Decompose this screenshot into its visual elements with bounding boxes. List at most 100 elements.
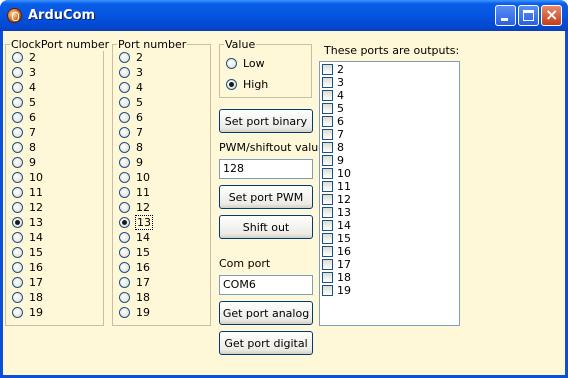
output-port-item-17[interactable]: 17	[322, 258, 351, 271]
port-radio-15[interactable]: 15	[119, 245, 150, 259]
radio-button[interactable]	[119, 276, 130, 288]
clock-port-radio-18[interactable]: 18	[12, 290, 43, 304]
set-port-binary-button[interactable]: Set port binary	[219, 109, 313, 133]
output-port-item-19[interactable]: 19	[322, 284, 351, 297]
clock-port-radio-3[interactable]: 3	[12, 65, 36, 79]
com-port-input[interactable]: COM6	[219, 275, 313, 295]
checkbox[interactable]	[322, 272, 333, 283]
radio-button[interactable]	[12, 246, 23, 258]
radio-button[interactable]	[119, 306, 130, 318]
radio-button[interactable]	[12, 201, 23, 213]
checkbox[interactable]	[322, 168, 333, 179]
checkbox[interactable]	[322, 129, 333, 140]
clock-port-radio-13[interactable]: 13	[12, 215, 43, 229]
pwm-value-input[interactable]: 128	[219, 159, 313, 179]
clock-port-radio-15[interactable]: 15	[12, 245, 43, 259]
radio-button[interactable]	[119, 261, 130, 273]
port-radio-14[interactable]: 14	[119, 230, 150, 244]
clock-port-radio-14[interactable]: 14	[12, 230, 43, 244]
port-radio-16[interactable]: 16	[119, 260, 150, 274]
output-port-item-14[interactable]: 14	[322, 219, 351, 232]
clock-port-radio-12[interactable]: 12	[12, 200, 43, 214]
checkbox[interactable]	[322, 285, 333, 296]
clock-port-radio-6[interactable]: 6	[12, 110, 36, 124]
clock-port-radio-5[interactable]: 5	[12, 95, 36, 109]
radio-button[interactable]	[119, 216, 130, 228]
radio-button[interactable]	[12, 261, 23, 273]
radio-button[interactable]	[119, 201, 130, 213]
output-port-item-9[interactable]: 9	[322, 154, 344, 167]
checkbox[interactable]	[322, 181, 333, 192]
output-port-item-2[interactable]: 2	[322, 63, 344, 76]
port-radio-19[interactable]: 19	[119, 305, 150, 319]
radio-button[interactable]	[119, 246, 130, 258]
port-radio-9[interactable]: 9	[119, 155, 143, 169]
clock-port-radio-7[interactable]: 7	[12, 125, 36, 139]
radio-button[interactable]	[12, 81, 23, 93]
value-high-radio[interactable]: High	[226, 77, 268, 91]
clock-port-radio-16[interactable]: 16	[12, 260, 43, 274]
port-radio-8[interactable]: 8	[119, 140, 143, 154]
port-radio-2[interactable]: 2	[119, 50, 143, 64]
port-radio-4[interactable]: 4	[119, 80, 143, 94]
radio-button[interactable]	[119, 66, 130, 78]
minimize-button[interactable]	[495, 5, 516, 26]
radio-button[interactable]	[119, 111, 130, 123]
port-radio-10[interactable]: 10	[119, 170, 150, 184]
outputs-checklist[interactable]: 2 3 4 5 6 7 8 9 10 11 12 13 14 15 16 17 18 19	[319, 61, 460, 326]
output-port-item-16[interactable]: 16	[322, 245, 351, 258]
radio-button[interactable]	[12, 126, 23, 138]
radio-button[interactable]	[226, 57, 237, 69]
clock-port-radio-10[interactable]: 10	[12, 170, 43, 184]
output-port-item-5[interactable]: 5	[322, 102, 344, 115]
radio-button[interactable]	[12, 51, 23, 63]
checkbox[interactable]	[322, 246, 333, 257]
output-port-item-4[interactable]: 4	[322, 89, 344, 102]
port-radio-18[interactable]: 18	[119, 290, 150, 304]
output-port-item-11[interactable]: 11	[322, 180, 351, 193]
maximize-button[interactable]	[518, 5, 539, 26]
clock-port-radio-11[interactable]: 11	[12, 185, 43, 199]
get-port-digital-button[interactable]: Get port digital	[219, 331, 313, 355]
radio-button[interactable]	[226, 78, 237, 90]
radio-button[interactable]	[12, 141, 23, 153]
port-radio-12[interactable]: 12	[119, 200, 150, 214]
port-radio-3[interactable]: 3	[119, 65, 143, 79]
radio-button[interactable]	[12, 111, 23, 123]
port-radio-17[interactable]: 17	[119, 275, 150, 289]
radio-button[interactable]	[119, 291, 130, 303]
port-radio-6[interactable]: 6	[119, 110, 143, 124]
checkbox[interactable]	[322, 233, 333, 244]
radio-button[interactable]	[119, 126, 130, 138]
checkbox[interactable]	[322, 77, 333, 88]
radio-button[interactable]	[12, 96, 23, 108]
radio-button[interactable]	[12, 306, 23, 318]
output-port-item-3[interactable]: 3	[322, 76, 344, 89]
output-port-item-13[interactable]: 13	[322, 206, 351, 219]
output-port-item-15[interactable]: 15	[322, 232, 351, 245]
radio-button[interactable]	[12, 291, 23, 303]
checkbox[interactable]	[322, 90, 333, 101]
get-port-analog-button[interactable]: Get port analog	[219, 301, 313, 325]
output-port-item-6[interactable]: 6	[322, 115, 344, 128]
value-low-radio[interactable]: Low	[226, 56, 265, 70]
title-bar[interactable]: ArduCom ×	[0, 0, 568, 31]
radio-button[interactable]	[119, 51, 130, 63]
output-port-item-8[interactable]: 8	[322, 141, 344, 154]
checkbox[interactable]	[322, 116, 333, 127]
checkbox[interactable]	[322, 259, 333, 270]
checkbox[interactable]	[322, 155, 333, 166]
radio-button[interactable]	[119, 231, 130, 243]
radio-button[interactable]	[119, 171, 130, 183]
radio-button[interactable]	[12, 231, 23, 243]
checkbox[interactable]	[322, 103, 333, 114]
clock-port-radio-19[interactable]: 19	[12, 305, 43, 319]
set-port-pwm-button[interactable]: Set port PWM	[219, 185, 313, 209]
port-radio-11[interactable]: 11	[119, 185, 150, 199]
port-radio-5[interactable]: 5	[119, 95, 143, 109]
shift-out-button[interactable]: Shift out	[219, 215, 313, 239]
radio-button[interactable]	[119, 81, 130, 93]
port-radio-13[interactable]: 13	[119, 214, 153, 230]
radio-button[interactable]	[12, 156, 23, 168]
checkbox[interactable]	[322, 142, 333, 153]
